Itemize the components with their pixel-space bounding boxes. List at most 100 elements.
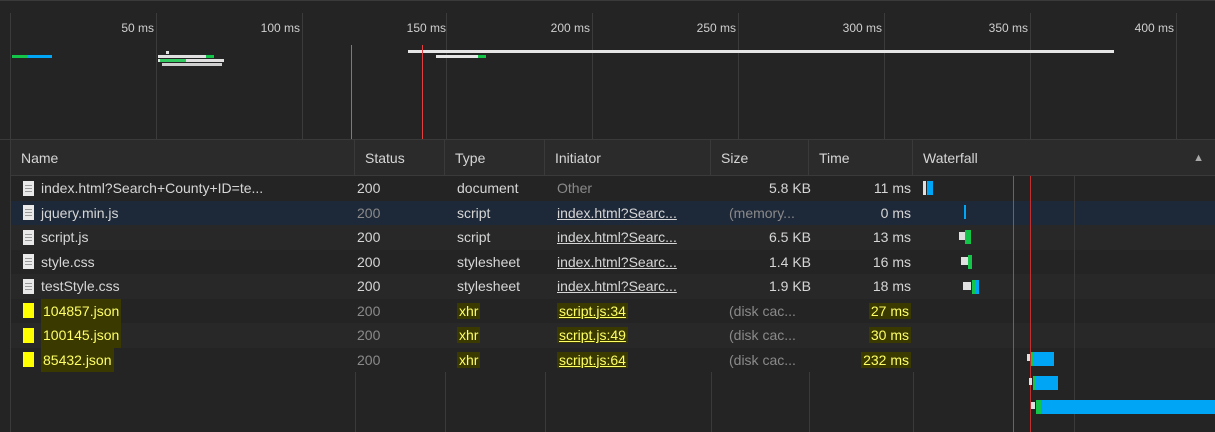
- overview-tick-label: 350 ms: [988, 21, 1028, 35]
- request-initiator-link[interactable]: script.js:34: [557, 299, 717, 324]
- request-size: 1.9 KB: [768, 278, 811, 294]
- request-name: testStyle.css: [41, 278, 120, 294]
- overview-request-bar: [206, 55, 214, 58]
- overview-grid-line: [884, 13, 885, 139]
- table-row[interactable]: 100145.json 200 xhr script.js:49 (disk c…: [11, 323, 1215, 348]
- column-header-size[interactable]: Size: [711, 140, 809, 176]
- request-time: 18 ms: [872, 278, 911, 294]
- dom-content-loaded-marker: [351, 45, 352, 139]
- dom-content-loaded-line: [1013, 176, 1014, 432]
- waterfall-bar-download[interactable]: [964, 205, 966, 219]
- request-status: 200: [357, 180, 381, 196]
- request-type: xhr: [457, 351, 481, 368]
- overview-tick-label: 50 ms: [121, 21, 154, 35]
- request-initiator-link[interactable]: script.js:64: [557, 348, 717, 373]
- request-time: 0 ms: [880, 204, 911, 221]
- request-type: script: [457, 204, 491, 221]
- table-header: Name Status Type Initiator Size Time Wat…: [11, 140, 1215, 176]
- overview-grid-line: [156, 13, 157, 139]
- json-file-icon: [23, 352, 34, 368]
- column-header-initiator[interactable]: Initiator: [545, 140, 711, 176]
- script-file-icon: [23, 205, 34, 221]
- column-header-waterfall-label: Waterfall: [923, 150, 978, 166]
- request-type: stylesheet: [457, 253, 521, 270]
- waterfall-bar-waiting[interactable]: [1029, 378, 1032, 385]
- waterfall-bar-download[interactable]: [927, 181, 933, 195]
- stylesheet-file-icon: [23, 278, 34, 294]
- request-name: 100145.json: [41, 323, 122, 348]
- request-status: 200: [357, 351, 381, 368]
- overview-request-bar: [408, 50, 1114, 53]
- overview-grid-line: [592, 13, 593, 139]
- table-row[interactable]: script.js 200 script index.html?Searc...…: [11, 225, 1215, 250]
- request-name: style.css: [41, 253, 95, 270]
- request-time: 13 ms: [872, 229, 911, 245]
- waterfall-bar-download[interactable]: [1034, 352, 1054, 366]
- column-header-time[interactable]: Time: [809, 140, 913, 176]
- request-initiator-link[interactable]: index.html?Searc...: [557, 274, 717, 299]
- stylesheet-file-icon: [23, 254, 34, 270]
- overview-request-bar: [162, 63, 222, 66]
- request-time: 232 ms: [861, 351, 911, 368]
- request-size: (disk cac...: [729, 327, 796, 343]
- request-name: script.js: [41, 229, 89, 245]
- column-header-name[interactable]: Name: [11, 140, 355, 176]
- overview-request-bar: [478, 55, 486, 58]
- request-initiator-link[interactable]: script.js:49: [557, 323, 717, 348]
- column-header-status[interactable]: Status: [355, 140, 445, 176]
- waterfall-bar-download[interactable]: [1036, 376, 1058, 390]
- request-size: 1.4 KB: [768, 253, 811, 270]
- table-row[interactable]: index.html?Search+County+ID=te... 200 do…: [11, 176, 1215, 201]
- request-type: xhr: [457, 327, 481, 343]
- table-row[interactable]: style.css 200 stylesheet index.html?Sear…: [11, 249, 1215, 275]
- request-size: (disk cac...: [729, 302, 796, 319]
- overview-tick-label: 200 ms: [550, 21, 590, 35]
- request-time: 11 ms: [873, 180, 911, 196]
- request-initiator-link[interactable]: index.html?Searc...: [557, 225, 717, 250]
- request-initiator-link[interactable]: index.html?Searc...: [557, 250, 717, 275]
- request-status: 200: [357, 204, 381, 221]
- request-status: 200: [357, 302, 381, 319]
- request-initiator: Other: [557, 180, 593, 196]
- triangle-up-icon[interactable]: ▲: [1193, 140, 1204, 176]
- overview-grid-line: [1176, 13, 1177, 139]
- waterfall-bar-waiting[interactable]: [963, 282, 971, 290]
- overview-tick-label: 400 ms: [1134, 21, 1174, 35]
- overview-tick-label: 300 ms: [842, 21, 882, 35]
- request-type: xhr: [457, 302, 481, 319]
- document-file-icon: [23, 180, 34, 196]
- overview-request-bar: [28, 55, 52, 58]
- waterfall-bar-waiting[interactable]: [923, 181, 926, 195]
- request-name: 85432.json: [41, 347, 114, 372]
- request-time: 16 ms: [872, 253, 911, 270]
- load-event-line: [1030, 176, 1031, 432]
- overview-tick-label: 100 ms: [260, 21, 300, 35]
- table-row[interactable]: testStyle.css 200 stylesheet index.html?…: [11, 274, 1215, 299]
- table-row[interactable]: 104857.json 200 xhr script.js:34 (disk c…: [11, 298, 1215, 324]
- waterfall-bar-waiting[interactable]: [1031, 402, 1035, 409]
- column-header-type[interactable]: Type: [445, 140, 545, 176]
- request-size: (disk cac...: [729, 351, 796, 368]
- request-status: 200: [357, 253, 381, 270]
- waterfall-bar-waiting[interactable]: [961, 257, 968, 265]
- json-file-icon: [23, 303, 34, 319]
- overview-request-bar: [160, 59, 186, 62]
- waterfall-bar-download[interactable]: [1041, 400, 1215, 414]
- request-type: stylesheet: [457, 278, 521, 294]
- overview-request-bar: [436, 55, 480, 58]
- waterfall-bar-download[interactable]: [976, 280, 979, 294]
- network-overview-timeline[interactable]: 50 ms 100 ms 150 ms 200 ms 250 ms 300 ms…: [0, 0, 1215, 140]
- request-name: 104857.json: [41, 298, 122, 323]
- overview-tick-label: 250 ms: [696, 21, 736, 35]
- waterfall-bar-waiting[interactable]: [1027, 354, 1030, 361]
- overview-grid-line: [738, 13, 739, 139]
- overview-request-bar: [166, 51, 169, 54]
- request-initiator-link[interactable]: index.html?Searc...: [557, 201, 717, 226]
- column-header-waterfall[interactable]: Waterfall ▲: [913, 140, 1215, 176]
- request-status: 200: [357, 327, 381, 343]
- table-row-selected[interactable]: jquery.min.js 200 script index.html?Sear…: [11, 200, 1215, 226]
- request-name: jquery.min.js: [41, 204, 119, 221]
- waterfall-bar-ttfb[interactable]: [968, 255, 972, 269]
- script-file-icon: [23, 229, 34, 245]
- waterfall-bar-ttfb[interactable]: [965, 230, 971, 244]
